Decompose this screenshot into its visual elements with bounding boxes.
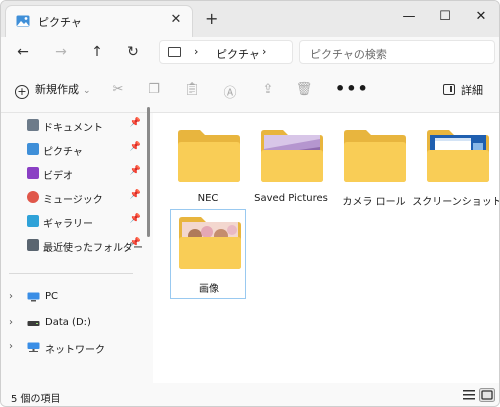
- tree-item-label: Data (D:): [45, 317, 91, 328]
- folder-item-camera-roll[interactable]: カメラ ロール: [336, 123, 412, 213]
- tree-item-data-drive[interactable]: › Data (D:): [9, 315, 139, 333]
- sidebar-item-documents[interactable]: ドキュメント 📌: [27, 117, 145, 135]
- pin-icon: 📌: [129, 166, 141, 176]
- search-box[interactable]: ピクチャの検索: [299, 40, 495, 64]
- folder-item-images[interactable]: 画像: [170, 209, 246, 299]
- folder-item-nec[interactable]: NEC: [170, 123, 246, 213]
- pin-icon: 📌: [129, 118, 141, 128]
- plus-icon: +: [15, 85, 29, 99]
- up-button[interactable]: ↑: [87, 42, 107, 62]
- forward-button[interactable]: →: [51, 42, 71, 62]
- title-bar: ピクチャ ✕ + — ☐ ✕: [1, 1, 499, 37]
- command-bar: + 新規作成 ⌄ ✂ ❐ 📋︎ Ⓐ ⇪ 🗑︎ ••• 詳細: [1, 67, 499, 113]
- item-count: 5 個の項目: [11, 394, 61, 405]
- network-icon: [27, 342, 40, 352]
- drive-icon: [27, 321, 40, 326]
- new-button-label: 新規作成: [35, 83, 79, 96]
- documents-icon: [27, 119, 39, 131]
- item-label: スクリーンショット: [412, 197, 500, 208]
- rename-icon[interactable]: Ⓐ: [221, 82, 239, 101]
- folder-icon: [178, 130, 240, 182]
- sidebar-item-label: ビデオ: [43, 171, 73, 182]
- folder-with-photo-icon: [179, 217, 241, 269]
- folder-with-photo-icon: [261, 130, 323, 182]
- pin-icon: 📌: [129, 214, 141, 224]
- tree-item-pc[interactable]: › PC: [9, 289, 139, 307]
- sidebar-item-videos[interactable]: ビデオ 📌: [27, 165, 145, 183]
- back-button[interactable]: ←: [13, 42, 33, 62]
- tab-title: ピクチャ: [38, 16, 82, 29]
- sidebar-item-recent-folders[interactable]: 最近使ったフォルダー 📌: [27, 237, 145, 255]
- large-icons-view-icon[interactable]: [479, 388, 495, 402]
- tab-pictures[interactable]: ピクチャ ✕: [5, 5, 193, 37]
- folder-item-screenshots[interactable]: スクリーンショット: [412, 123, 499, 213]
- breadcrumb-pictures[interactable]: ピクチャ: [216, 46, 260, 62]
- file-list: NEC Saved Pictures カメラ ロール スクリーンショット 画像: [153, 113, 499, 383]
- sidebar-item-label: ギャラリー: [43, 219, 93, 230]
- navigation-bar: ← → ↑ ↻ › ピクチャ › ピクチャの検索: [1, 37, 499, 67]
- item-label: Saved Pictures: [254, 193, 328, 204]
- address-bar[interactable]: › ピクチャ ›: [159, 40, 293, 64]
- pictures-icon: [27, 143, 39, 155]
- tree-item-label: PC: [45, 291, 59, 302]
- chevron-right-icon[interactable]: ›: [262, 45, 266, 58]
- sidebar-item-gallery[interactable]: ギャラリー 📌: [27, 213, 145, 231]
- pictures-icon: [16, 15, 30, 27]
- sidebar-scrollbar[interactable]: [147, 107, 150, 237]
- folder-with-screenshot-icon: [427, 130, 489, 182]
- sidebar-item-label: ドキュメント: [43, 123, 103, 134]
- item-label: NEC: [197, 193, 219, 204]
- music-icon: [27, 191, 39, 203]
- search-placeholder: ピクチャの検索: [310, 48, 387, 61]
- pc-icon: [168, 47, 181, 57]
- paste-icon[interactable]: 📋︎: [183, 82, 201, 100]
- expand-chevron-icon[interactable]: ›: [9, 341, 13, 352]
- item-label: 画像: [199, 284, 219, 295]
- sidebar-item-pictures[interactable]: ピクチャ 📌: [27, 141, 145, 159]
- close-window-button[interactable]: ✕: [461, 3, 499, 31]
- sidebar-item-label: ピクチャ: [43, 147, 83, 158]
- chevron-right-icon[interactable]: ›: [194, 45, 198, 58]
- details-label: 詳細: [461, 84, 483, 97]
- folder-item-saved-pictures[interactable]: Saved Pictures: [253, 123, 329, 213]
- expand-chevron-icon[interactable]: ›: [9, 291, 13, 302]
- divider: [9, 273, 133, 274]
- item-label: カメラ ロール: [342, 197, 406, 208]
- tree-item-network[interactable]: › ネットワーク: [9, 339, 139, 357]
- cut-icon[interactable]: ✂: [109, 82, 127, 100]
- gallery-icon: [27, 215, 39, 227]
- new-tab-button[interactable]: +: [205, 9, 218, 28]
- more-options-button[interactable]: •••: [335, 79, 369, 98]
- navigation-pane: ドキュメント 📌 ピクチャ 📌 ビデオ 📌 ミュージック 📌 ギャラリー 📌 最…: [1, 113, 153, 383]
- maximize-button[interactable]: ☐: [425, 3, 465, 31]
- details-pane-button[interactable]: 詳細: [443, 82, 483, 98]
- new-button[interactable]: + 新規作成 ⌄: [15, 81, 91, 101]
- chevron-down-icon: ⌄: [83, 86, 91, 96]
- pc-icon: [27, 292, 40, 302]
- details-pane-icon: [443, 84, 455, 95]
- refresh-button[interactable]: ↻: [123, 42, 143, 62]
- sidebar-item-music[interactable]: ミュージック 📌: [27, 189, 145, 207]
- expand-chevron-icon[interactable]: ›: [9, 317, 13, 328]
- folder-icon: [344, 130, 406, 182]
- minimize-button[interactable]: —: [389, 3, 429, 31]
- close-tab-icon[interactable]: ✕: [168, 12, 184, 27]
- sidebar-item-label: ミュージック: [43, 195, 103, 206]
- recent-folder-icon: [27, 239, 39, 251]
- delete-icon[interactable]: 🗑︎: [295, 82, 313, 100]
- pin-icon: 📌: [129, 238, 141, 248]
- pin-icon: 📌: [129, 142, 141, 152]
- copy-icon[interactable]: ❐: [145, 82, 163, 100]
- file-explorer-window: ピクチャ ✕ + — ☐ ✕ ← → ↑ ↻ › ピクチャ › ピクチャの検索 …: [0, 0, 500, 407]
- pin-icon: 📌: [129, 190, 141, 200]
- videos-icon: [27, 167, 39, 179]
- share-icon[interactable]: ⇪: [259, 82, 277, 100]
- status-bar: 5 個の項目: [1, 383, 499, 406]
- tree-item-label: ネットワーク: [45, 345, 105, 356]
- details-view-icon[interactable]: [461, 388, 477, 402]
- sidebar-item-label: 最近使ったフォルダー: [43, 243, 143, 254]
